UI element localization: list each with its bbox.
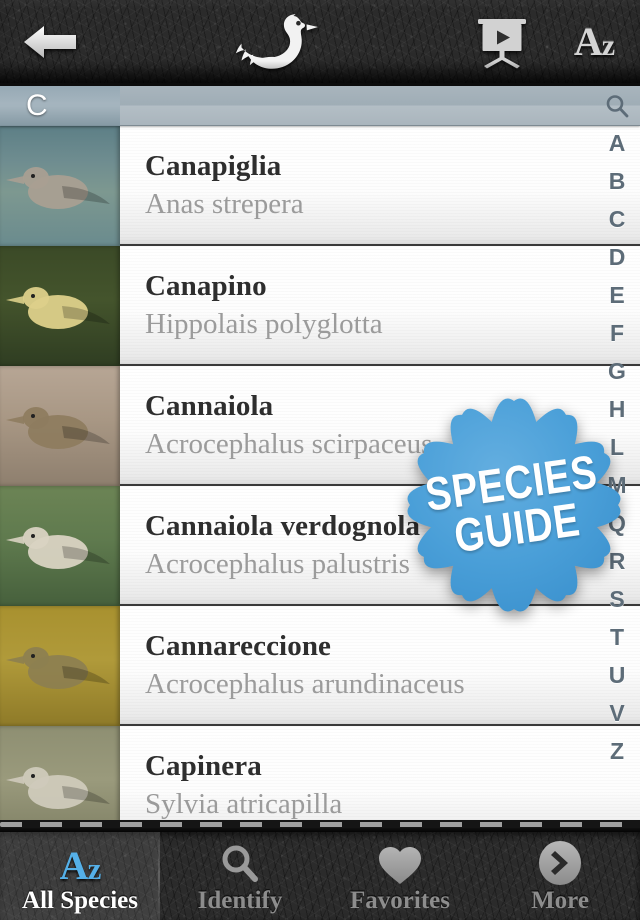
projector-screen-icon (478, 18, 526, 68)
index-letter-a[interactable]: A (594, 124, 640, 162)
app-logo (100, 10, 456, 74)
species-thumbnail (0, 486, 120, 606)
tab-favorites[interactable]: Favorites (320, 832, 480, 920)
table-row[interactable]: Canapiglia Anas strepera (0, 126, 640, 246)
thumbnail-photo (0, 246, 120, 366)
index-letter-f[interactable]: F (594, 314, 640, 352)
index-letter-v[interactable]: V (594, 694, 640, 732)
index-letter-g[interactable]: G (594, 352, 640, 390)
starburst-shape-icon (407, 398, 621, 612)
chevron-right-circle-icon (539, 840, 581, 885)
tab-label: Identify (197, 886, 283, 914)
species-row-body: Cannareccione Acrocephalus arundinaceus (120, 606, 640, 724)
bird-silhouette (6, 287, 110, 329)
species-common-name: Cannareccione (145, 630, 332, 663)
index-letter-z[interactable]: Z (594, 732, 640, 770)
slideshow-button[interactable] (456, 0, 548, 85)
search-icon (222, 845, 258, 882)
sort-az-icon: Az (573, 18, 615, 64)
species-thumbnail (0, 366, 120, 486)
species-thumbnail (0, 606, 120, 726)
heart-icon (379, 846, 421, 884)
bird-silhouette (6, 407, 110, 449)
thumbnail-photo (0, 486, 120, 606)
species-common-name: Canapiglia (145, 150, 282, 183)
species-row-body: Canapino Hippolais polyglotta (120, 246, 640, 364)
search-icon (606, 95, 629, 118)
back-button[interactable] (0, 0, 100, 85)
species-guide-badge: SPECIES GUIDE (407, 398, 621, 612)
tab-label: All Species (22, 886, 138, 914)
bird-silhouette (6, 647, 110, 689)
tab-identify[interactable]: Identify (160, 832, 320, 920)
section-header-photo (0, 86, 120, 126)
az-icon: Az (59, 842, 102, 888)
table-row[interactable]: Capinera Sylvia atricapilla (0, 726, 640, 820)
tab-label: More (531, 886, 589, 914)
species-scientific-name: Sylvia atricapilla (145, 787, 343, 820)
index-letter-t[interactable]: T (594, 618, 640, 656)
species-scientific-name: Anas strepera (145, 187, 304, 220)
tab-icon-wrapper: Az (59, 840, 102, 888)
species-scientific-name: Acrocephalus arundinaceus (145, 667, 465, 700)
index-letter-c[interactable]: C (594, 200, 640, 238)
bottom-tab-bar: Az All Species Identify Favorites More (0, 832, 640, 920)
bird-silhouette (6, 167, 110, 209)
tab-more[interactable]: More (480, 832, 640, 920)
tab-icon-wrapper (537, 840, 583, 886)
species-common-name: Capinera (145, 750, 262, 783)
tab-icon-wrapper (218, 840, 262, 886)
bird-silhouette (6, 527, 110, 569)
thumbnail-photo (0, 606, 120, 726)
tab-label: Favorites (350, 886, 450, 914)
index-letter-b[interactable]: B (594, 162, 640, 200)
section-header-letter: C (26, 88, 48, 122)
swan-logo-icon (235, 13, 318, 69)
table-row[interactable]: Cannareccione Acrocephalus arundinaceus (0, 606, 640, 726)
perforated-divider (0, 820, 640, 832)
bird-silhouette (6, 767, 110, 809)
table-row[interactable]: Canapino Hippolais polyglotta (0, 246, 640, 366)
species-thumbnail (0, 126, 120, 246)
app-root: Az C Canapiglia Anas strepera Canapino Hipp… (0, 0, 640, 920)
top-navigation-bar: Az (0, 0, 640, 86)
index-letter-u[interactable]: U (594, 656, 640, 694)
species-thumbnail (0, 246, 120, 366)
tab-all-species[interactable]: Az All Species (0, 832, 160, 920)
thumbnail-photo (0, 126, 120, 246)
species-scientific-name: Hippolais polyglotta (145, 307, 383, 340)
index-letter-e[interactable]: E (594, 276, 640, 314)
sort-az-button[interactable]: Az (548, 0, 640, 85)
thumbnail-photo (0, 726, 120, 820)
index-search-icon[interactable] (594, 88, 640, 124)
species-row-body: Canapiglia Anas strepera (120, 126, 640, 244)
species-row-body: Capinera Sylvia atricapilla (120, 726, 640, 820)
species-common-name: Canapino (145, 270, 267, 303)
species-thumbnail (0, 726, 120, 820)
section-header-c: C (0, 86, 640, 126)
back-arrow-icon (24, 25, 76, 58)
thumbnail-photo (0, 366, 120, 486)
tab-icon-wrapper (377, 840, 423, 886)
index-letter-d[interactable]: D (594, 238, 640, 276)
